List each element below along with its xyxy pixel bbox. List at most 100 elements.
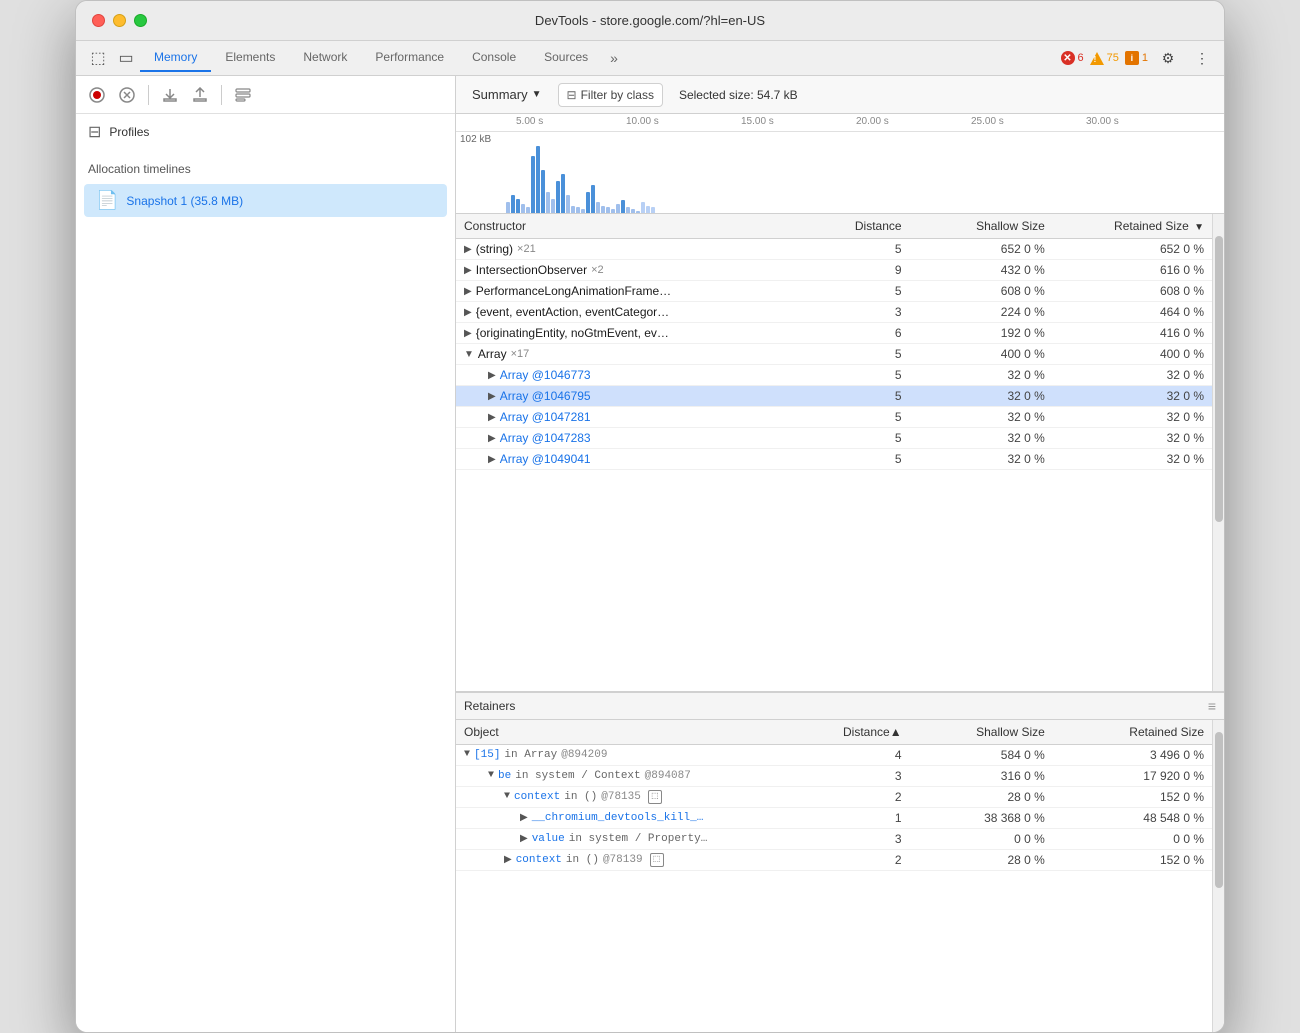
maximize-button[interactable] — [134, 14, 147, 27]
expand-icon[interactable]: ▶ — [488, 433, 496, 444]
table-row[interactable]: ▶ Array @1047283 5 32 0 % 32 0 % — [456, 428, 1212, 449]
constructor-count: ×17 — [511, 348, 530, 360]
col-constructor[interactable]: Constructor — [456, 214, 814, 239]
settings-icon[interactable]: ⚙ — [1154, 44, 1182, 72]
table-row[interactable]: ▶ Array @1047281 5 32 0 % 32 0 % — [456, 407, 1212, 428]
tab-network[interactable]: Network — [289, 44, 361, 72]
summary-dropdown[interactable]: Summary ▼ — [464, 83, 550, 106]
lower-scrollbar[interactable] — [1212, 720, 1224, 1032]
inspector-icon[interactable]: ⬚ — [84, 44, 112, 72]
tab-bar: ⬚ ▭ Memory Elements Network Performance … — [76, 41, 1224, 76]
constructor-link[interactable]: Array @1047283 — [500, 431, 591, 445]
minimize-button[interactable] — [113, 14, 126, 27]
expand-icon[interactable]: ▶ — [520, 812, 528, 824]
ret-bracket: [15] — [474, 749, 500, 761]
ret-row[interactable]: ▶ value in system / Property… 3 0 0 % — [456, 828, 1212, 849]
table-row[interactable]: ▶ PerformanceLongAnimationFrame… 5 608 0… — [456, 281, 1212, 302]
more-tabs-button[interactable]: » — [602, 46, 626, 70]
table-row[interactable]: ▶ Array @1049041 5 32 0 % 32 0 % — [456, 449, 1212, 470]
expand-icon[interactable]: ▼ — [464, 749, 470, 760]
collect-icon[interactable] — [230, 82, 256, 108]
col-distance[interactable]: Distance — [814, 214, 909, 239]
ret-row[interactable]: ▶ __chromium_devtools_kill_… 1 38 368 0 … — [456, 807, 1212, 828]
expand-icon[interactable]: ▶ — [464, 328, 472, 339]
chart-bar — [606, 207, 610, 213]
constructor-link[interactable]: Array @1049041 — [500, 452, 591, 466]
constructor-name: {originatingEntity, noGtmEvent, ev… — [476, 326, 669, 340]
retained-val: 32 0 % — [1053, 407, 1212, 428]
window-title: DevTools - store.google.com/?hl=en-US — [535, 13, 765, 28]
constructor-link[interactable]: Array @1046773 — [500, 368, 591, 382]
load-icon[interactable] — [157, 82, 183, 108]
scrollbar-thumb[interactable] — [1215, 732, 1223, 888]
retained-val: 464 0 % — [1053, 302, 1212, 323]
scrollbar-thumb[interactable] — [1215, 236, 1223, 522]
expand-icon[interactable]: ▶ — [488, 370, 496, 381]
table-row[interactable]: ▼ Array ×17 5 400 0 % 400 0 % — [456, 344, 1212, 365]
ret-row[interactable]: ▼ context in () @78135 ⬚ — [456, 786, 1212, 807]
tab-console[interactable]: Console — [458, 44, 530, 72]
retained-val: 652 0 % — [1053, 239, 1212, 260]
tab-sources[interactable]: Sources — [530, 44, 602, 72]
ret-dist: 3 — [814, 828, 909, 849]
content-area: Summary ▼ ⊟ Filter by class Selected siz… — [456, 76, 1224, 1032]
expand-icon[interactable]: ▶ — [464, 244, 472, 255]
expand-icon[interactable]: ▼ — [504, 791, 510, 802]
ret-col-shallow[interactable]: Shallow Size — [910, 720, 1053, 745]
more-options-icon[interactable]: ⋮ — [1188, 44, 1216, 72]
separator2 — [221, 85, 222, 105]
filter-by-class-button[interactable]: ⊟ Filter by class — [558, 83, 663, 107]
upper-scrollbar[interactable] — [1212, 214, 1224, 691]
snapshot-item[interactable]: 📄 Snapshot 1 (35.8 MB) — [84, 184, 447, 217]
table-row[interactable]: ▶ {event, eventAction, eventCategor… 3 2… — [456, 302, 1212, 323]
expand-icon[interactable]: ▼ — [488, 770, 494, 781]
col-shallow-size[interactable]: Shallow Size — [910, 214, 1053, 239]
clear-icon[interactable] — [114, 82, 140, 108]
expand-icon[interactable]: ▶ — [520, 833, 528, 845]
close-button[interactable] — [92, 14, 105, 27]
expand-icon[interactable]: ▶ — [488, 391, 496, 402]
expand-icon[interactable]: ▶ — [488, 412, 496, 423]
expand-icon[interactable]: ▶ — [464, 307, 472, 318]
chart-bar — [546, 192, 550, 213]
chart-bar — [621, 200, 625, 213]
ret-row[interactable]: ▶ context in () @78139 ⬚ — [456, 849, 1212, 870]
record-icon[interactable] — [84, 82, 110, 108]
chart-bar — [581, 209, 585, 213]
filter-icon: ⊟ — [567, 88, 577, 102]
expand-icon[interactable]: ▶ — [464, 265, 472, 276]
distance-val: 5 — [814, 281, 909, 302]
save-icon[interactable] — [187, 82, 213, 108]
snapshot-label: Snapshot 1 (35.8 MB) — [126, 194, 243, 208]
table-row[interactable]: ▶ IntersectionObserver ×2 9 432 0 % 616 … — [456, 260, 1212, 281]
warning-icon: ! — [1090, 52, 1104, 65]
retainers-section: Retainers ≡ Object Distance▲ — [456, 692, 1224, 1032]
ret-col-distance[interactable]: Distance▲ — [814, 720, 909, 745]
table-row[interactable]: ▶ {originatingEntity, noGtmEvent, ev… 6 … — [456, 323, 1212, 344]
tab-memory[interactable]: Memory — [140, 44, 211, 72]
tab-elements[interactable]: Elements — [211, 44, 289, 72]
constructor-link[interactable]: Array @1046795 — [500, 389, 591, 403]
timeline-chart[interactable] — [506, 142, 1224, 213]
distance-val: 5 — [814, 428, 909, 449]
ret-row[interactable]: ▼ [15] in Array @894209 4 58 — [456, 744, 1212, 765]
table-row[interactable]: ▶ Array @1046773 5 32 0 % 32 0 % — [456, 365, 1212, 386]
tab-performance[interactable]: Performance — [361, 44, 458, 72]
ruler-tick-6: 30.00 s — [1086, 116, 1119, 127]
ret-retained: 0 0 % — [1053, 828, 1212, 849]
col-retained-size[interactable]: Retained Size ▼ — [1053, 214, 1212, 239]
expand-icon[interactable]: ▶ — [488, 454, 496, 465]
expand-icon[interactable]: ▶ — [504, 854, 512, 866]
table-row[interactable]: ▶ (string) ×21 5 652 0 % 652 0 % — [456, 239, 1212, 260]
expand-icon[interactable]: ▶ — [464, 286, 472, 297]
retained-val: 400 0 % — [1053, 344, 1212, 365]
ret-col-retained[interactable]: Retained Size — [1053, 720, 1212, 745]
collapse-icon[interactable]: ▼ — [464, 349, 474, 360]
table-row-selected[interactable]: ▶ Array @1046795 5 32 0 % 32 0 % — [456, 386, 1212, 407]
ret-col-object[interactable]: Object — [456, 720, 814, 745]
constructor-link[interactable]: Array @1047281 — [500, 410, 591, 424]
ret-row[interactable]: ▼ be in system / Context @894087 3 — [456, 765, 1212, 786]
device-icon[interactable]: ▭ — [112, 44, 140, 72]
chart-bar — [646, 206, 650, 213]
ret-dist: 2 — [814, 849, 909, 870]
